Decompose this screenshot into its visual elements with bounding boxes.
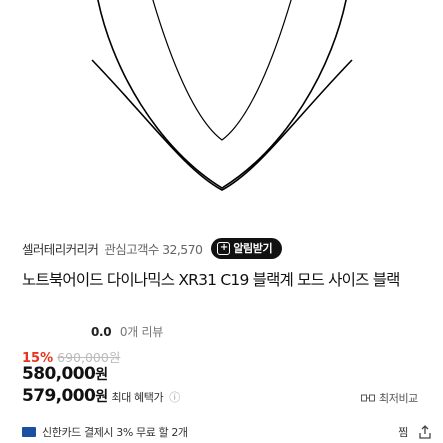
info-icon[interactable]: ⓘ [169, 389, 180, 405]
subscribe-label: 알림받기 [233, 242, 273, 255]
sale-price: 580,000원 [22, 364, 108, 384]
product-image-art [91, 0, 353, 191]
compare-icon [361, 394, 375, 402]
sale-price-value: 580,000 [22, 364, 96, 384]
compare-link[interactable]: 최저비교 [361, 390, 418, 406]
card-logo-icon [22, 427, 36, 437]
rating-score: 0.0 [91, 325, 112, 339]
seller-row: 셀러테리커리커 관심고객수 32,570 + 알림받기 [22, 236, 283, 260]
max-price: 579,000원 [22, 386, 108, 406]
card-benefit-row: 신한카드 결제시 3% 무료 할 2개 찜 [22, 424, 432, 440]
card-benefit-text: 신한카드 결제시 3% 무료 할 2개 [42, 426, 188, 439]
rating-row: 0.0 0개 리뷰 [91, 323, 163, 340]
product-image [0, 0, 443, 214]
sale-price-unit: 원 [95, 367, 108, 383]
max-price-unit: 원 [95, 389, 108, 405]
seller-name[interactable]: 셀러테리커리커 [22, 239, 99, 258]
like-button[interactable]: 찜 [398, 424, 408, 440]
product-title: 노트북어이드 다이나믹스 XR31 C19 블랙계 모드 사이즈 블랙 [22, 271, 400, 289]
max-price-row: 579,000원 최대 혜택가 ⓘ [22, 386, 180, 406]
subscribe-button[interactable]: + 알림받기 [211, 237, 283, 259]
share-icon[interactable] [418, 425, 432, 439]
max-price-label: 최대 혜택가 [111, 391, 164, 404]
subscriber-count: 관심고객수 32,570 [104, 241, 203, 257]
max-price-value: 579,000 [22, 386, 96, 406]
plus-icon: + [217, 241, 231, 255]
compare-label: 최저비교 [379, 392, 418, 405]
rating-label[interactable]: 0개 리뷰 [120, 325, 163, 339]
